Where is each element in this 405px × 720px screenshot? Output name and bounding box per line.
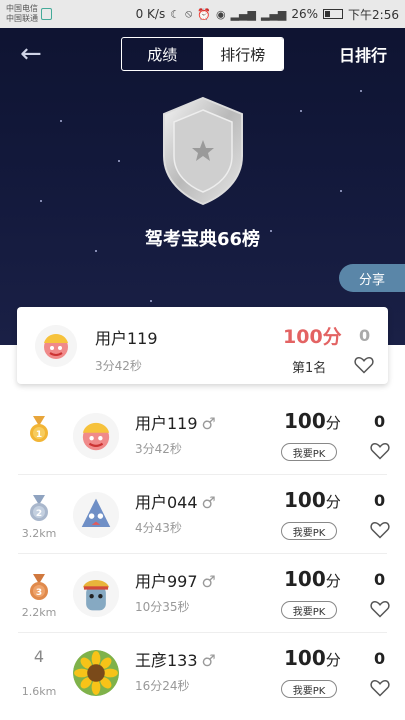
avatar <box>35 325 77 367</box>
male-gender-icon: ♂ <box>201 651 216 670</box>
user-name: 用户044 ♂ <box>135 493 216 512</box>
heart-icon[interactable] <box>354 356 374 374</box>
signal-icon: ▂▄▆ <box>230 7 256 21</box>
user-time: 3分42秒 <box>135 442 182 456</box>
heart-icon[interactable] <box>370 600 390 618</box>
ranking-list: 1 用户119 ♂ 3分42秒 100分 我要PK 0 2 3.2km 用户04… <box>0 396 405 712</box>
avatar[interactable] <box>73 571 119 617</box>
status-bar: 中国电信 中国联通 0 K/s ☾ ⦸ ⏰ ◉ ▂▄▆ ▂▄▆ 26% 下午2:… <box>0 0 405 28</box>
sim-icon <box>41 8 52 20</box>
battery-icon <box>323 9 344 19</box>
eye-icon: ◉ <box>215 7 226 21</box>
pk-button[interactable]: 我要PK <box>281 680 337 698</box>
my-name: 用户119 <box>95 329 158 348</box>
avatar[interactable] <box>73 413 119 459</box>
heart-icon[interactable] <box>370 679 390 697</box>
male-gender-icon: ♂ <box>201 493 216 512</box>
list-item[interactable]: 1 用户119 ♂ 3分42秒 100分 我要PK 0 <box>0 396 405 475</box>
my-rank: 第1名 <box>292 361 327 376</box>
heart-icon[interactable] <box>370 521 390 539</box>
bronze-medal-icon: 3 <box>30 574 48 600</box>
male-gender-icon: ♂ <box>201 414 216 433</box>
pk-button[interactable]: 我要PK <box>281 601 337 619</box>
user-score: 100分 <box>284 409 341 433</box>
carrier-labels: 中国电信 中国联通 <box>6 4 38 24</box>
list-item[interactable]: 2 3.2km 用户044 ♂ 4分43秒 100分 我要PK 0 <box>0 475 405 554</box>
distance: 2.2km <box>21 606 57 619</box>
user-name: 王彦133 ♂ <box>135 651 216 670</box>
cartoon-avatar-icon <box>73 571 119 617</box>
cartoon-avatar-icon <box>35 325 77 367</box>
segmented-tabs: 成绩 排行榜 <box>121 37 284 71</box>
user-name: 用户119 ♂ <box>135 414 216 433</box>
pk-button[interactable]: 我要PK <box>281 522 337 540</box>
likes-count: 0 <box>374 412 386 431</box>
likes-count: 0 <box>374 570 386 589</box>
daily-ranking-button[interactable]: 日排行 <box>339 42 387 66</box>
list-item[interactable]: 3 2.2km 用户997 ♂ 10分35秒 100分 我要PK 0 <box>0 554 405 633</box>
user-name: 用户997 ♂ <box>135 572 216 591</box>
cartoon-avatar-icon <box>73 413 119 459</box>
gold-medal-icon: 1 <box>30 416 48 442</box>
moon-icon: ☾ <box>170 7 181 21</box>
user-time: 4分43秒 <box>135 521 182 535</box>
list-item[interactable]: 4 1.6km 王彦133 ♂ 16分24秒 100分 我要PK 0 <box>0 633 405 712</box>
likes-count: 0 <box>374 649 386 668</box>
my-time: 3分42秒 <box>95 359 142 373</box>
leaderboard-title: 驾考宝典66榜 <box>144 229 261 250</box>
cartoon-avatar-icon <box>73 492 119 538</box>
user-score: 100分 <box>284 488 341 512</box>
avatar[interactable] <box>73 492 119 538</box>
svg-text:2: 2 <box>36 509 42 519</box>
share-button[interactable]: 分享 <box>339 264 405 292</box>
svg-text:1: 1 <box>36 430 42 440</box>
battery-percent: 26% <box>291 7 319 21</box>
mute-icon: ⦸ <box>185 7 193 20</box>
distance: 1.6km <box>21 685 57 698</box>
back-arrow-icon[interactable]: ← <box>20 40 50 68</box>
heart-icon[interactable] <box>370 442 390 460</box>
user-score: 100分 <box>284 567 341 591</box>
signal-4g-icon: ▂▄▆ <box>260 7 287 21</box>
top-navigation: ← 成绩 排行榜 日排行 <box>0 28 405 80</box>
distance: 3.2km <box>21 527 57 540</box>
sunflower-avatar-icon <box>73 650 119 696</box>
my-score: 100分 <box>283 326 342 348</box>
carrier-1: 中国电信 <box>6 4 38 13</box>
my-likes-count: 0 <box>359 326 371 345</box>
svg-text:3: 3 <box>36 588 42 598</box>
user-time: 16分24秒 <box>135 679 190 693</box>
alarm-icon: ⏰ <box>197 7 211 21</box>
user-score: 100分 <box>284 646 341 670</box>
network-speed: 0 K/s <box>135 7 166 21</box>
clock: 下午2:56 <box>348 7 399 22</box>
pk-button[interactable]: 我要PK <box>281 443 337 461</box>
silver-shield-badge-icon <box>163 96 243 206</box>
rank-number: 4 <box>33 647 45 666</box>
silver-medal-icon: 2 <box>30 495 48 521</box>
tab-ranking[interactable]: 排行榜 <box>202 38 283 70</box>
male-gender-icon: ♂ <box>201 572 216 591</box>
likes-count: 0 <box>374 491 386 510</box>
user-time: 10分35秒 <box>135 600 190 614</box>
carrier-2: 中国联通 <box>6 14 38 23</box>
tab-scores[interactable]: 成绩 <box>122 38 203 70</box>
my-rank-card: 用户119 3分42秒 100分 第1名 0 <box>17 307 388 384</box>
avatar[interactable] <box>73 650 119 696</box>
